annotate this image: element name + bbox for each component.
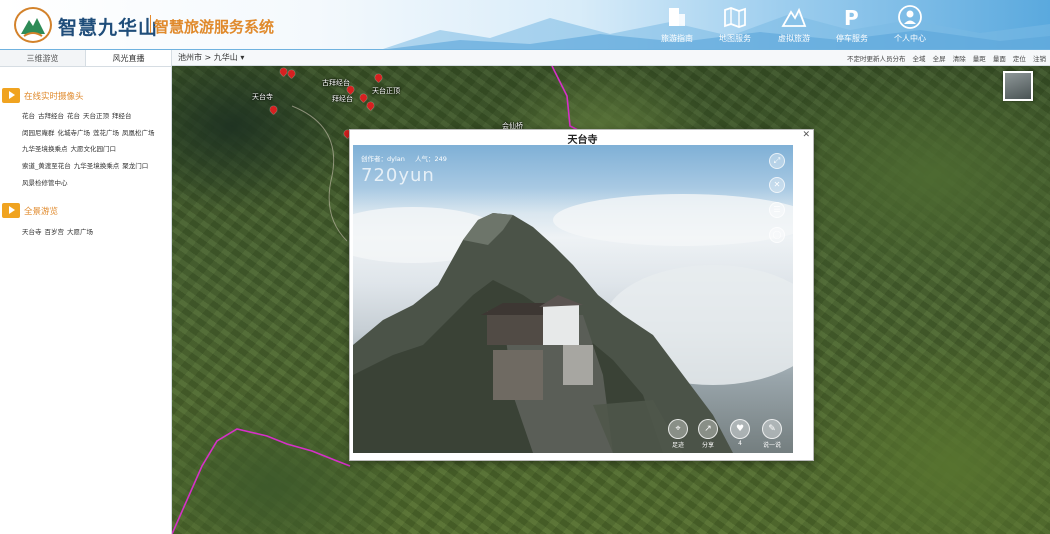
camera-link[interactable]: 索道_黄渡至花台 bbox=[22, 162, 71, 170]
play-icon bbox=[2, 203, 20, 218]
map-label-tiantai[interactable]: 天台寺 bbox=[252, 92, 273, 102]
circle-icon[interactable]: ◯ bbox=[769, 227, 785, 243]
panorama-meta: 创作者：dylan 人气：249 bbox=[361, 153, 455, 163]
menu-icon[interactable]: ☰ bbox=[769, 202, 785, 218]
nav-label: 旅游指南 bbox=[661, 34, 693, 43]
panorama-link[interactable]: 天台寺 bbox=[22, 228, 42, 236]
tool-crowd-distribution[interactable]: 不定时更新人员分布 bbox=[847, 55, 906, 63]
tool-full-area[interactable]: 全域 bbox=[913, 55, 926, 63]
map-label-baijing[interactable]: 古拜经台 bbox=[322, 78, 350, 88]
action-like[interactable]: ♥ 4 bbox=[727, 419, 753, 447]
action-label: 足迹 bbox=[671, 442, 684, 449]
popularity-label: 人气：249 bbox=[414, 155, 447, 163]
tab-3d-tour[interactable]: 三维游览 bbox=[0, 50, 85, 66]
map-toolbar: 池州市 > 九华山 ▾ 不定时更新人员分布 全域 全屏 清除 量距 量面 定位 … bbox=[172, 50, 1050, 66]
action-comment[interactable]: ✎ 说一说 bbox=[759, 419, 785, 449]
nav-virtual-tour[interactable]: 虚拟旅游 bbox=[767, 2, 821, 48]
camera-row: 花台 古拜经台 花台 天台正顶 拜经台 bbox=[22, 108, 170, 125]
basemap-switch[interactable] bbox=[1003, 71, 1033, 101]
tool-measure-area[interactable]: 量面 bbox=[993, 55, 1006, 63]
nav-label: 虚拟旅游 bbox=[778, 34, 810, 43]
parking-icon: P bbox=[844, 6, 859, 30]
user-icon bbox=[898, 5, 922, 29]
mountain-icon bbox=[781, 7, 807, 27]
tab-live-scenery[interactable]: 风光直播 bbox=[85, 50, 171, 66]
close-icon[interactable]: ✕ bbox=[802, 130, 810, 140]
action-label: 4 bbox=[738, 440, 742, 447]
panorama-watermark: 720yun bbox=[361, 165, 435, 186]
tool-logout[interactable]: 注销 bbox=[1033, 55, 1046, 63]
panorama-viewer[interactable]: 创作者：dylan 人气：249 720yun ⤢ ✕ ☰ ◯ ⌖ 足迹 ↗ 分… bbox=[353, 145, 793, 453]
map-icon bbox=[724, 7, 746, 28]
panorama-dialog: 天台寺 ✕ 创作者：dylan 人气：249 720yun ⤢ ✕ ☰ ◯ ⌖ … bbox=[349, 129, 814, 461]
camera-link[interactable]: 莲花广场 bbox=[93, 129, 119, 137]
author-label: 创作者：dylan bbox=[361, 155, 405, 163]
panorama-link[interactable]: 大愿广场 bbox=[67, 228, 93, 236]
play-icon bbox=[2, 88, 20, 103]
section-live-cameras[interactable]: 在线实时摄像头 bbox=[2, 88, 84, 103]
comment-icon: ✎ bbox=[762, 419, 782, 439]
app-logo bbox=[14, 7, 52, 43]
panorama-image bbox=[353, 194, 793, 453]
map-label-zhengding[interactable]: 天台正顶 bbox=[372, 86, 400, 96]
left-panel: 三维游览 风光直播 在线实时摄像头 花台 古拜经台 花台 天台正顶 拜经台 闵园尼庵群化… bbox=[0, 50, 172, 534]
nav-personal-center[interactable]: 个人中心 bbox=[883, 2, 937, 48]
nav-label: 停车服务 bbox=[836, 34, 868, 43]
panorama-list: 天台寺 百岁宫 大愿广场 bbox=[22, 224, 170, 241]
camera-link[interactable]: 古拜经台 bbox=[38, 112, 64, 120]
camera-link[interactable]: 花台 bbox=[22, 112, 35, 120]
action-label: 说一说 bbox=[762, 442, 781, 449]
map-tools: 不定时更新人员分布 全域 全屏 清除 量距 量面 定位 注销 bbox=[842, 53, 1046, 63]
camera-link[interactable]: 凤凰松广场 bbox=[122, 129, 155, 137]
app-header: 智慧九华山 智慧旅游服务系统 旅游指南 地图服务 虚拟旅游 P 停车服务 个人中… bbox=[0, 0, 1050, 50]
camera-link[interactable]: 化城寺广场 bbox=[58, 129, 91, 137]
tool-measure-distance[interactable]: 量距 bbox=[973, 55, 986, 63]
nav-map-service[interactable]: 地图服务 bbox=[708, 2, 762, 48]
camera-link[interactable]: 九华圣境换乘点 bbox=[22, 145, 68, 153]
camera-row: 闵园尼庵群 化城寺广场 莲花广场 凤凰松广场 bbox=[22, 125, 170, 142]
action-label: 分享 bbox=[701, 442, 714, 449]
panorama-link[interactable]: 百岁宫 bbox=[45, 228, 65, 236]
tool-fullscreen[interactable]: 全屏 bbox=[933, 55, 946, 63]
camera-link[interactable]: 拜经台 bbox=[112, 112, 132, 120]
camera-link[interactable]: 九华圣境换乘点 bbox=[74, 162, 120, 170]
app-title: 智慧九华山 bbox=[58, 17, 159, 39]
camera-link[interactable]: 聚龙门口 bbox=[122, 162, 148, 170]
title-divider bbox=[150, 15, 151, 33]
camera-link[interactable]: 大愿文化园门口 bbox=[71, 145, 117, 153]
camera-row: 索道_黄渡至花台 九华圣境换乘点 聚龙门口 bbox=[22, 158, 170, 175]
dialog-title: 天台寺 bbox=[567, 135, 598, 146]
location-icon: ⌖ bbox=[668, 419, 688, 439]
camera-link[interactable]: 天台正顶 bbox=[83, 112, 109, 120]
camera-link[interactable]: 风景检修管中心 bbox=[22, 179, 68, 187]
panel-tabs: 三维游览 风光直播 bbox=[0, 50, 171, 67]
camera-link[interactable]: 花台 bbox=[67, 112, 80, 120]
section-title: 在线实时摄像头 bbox=[24, 91, 84, 102]
like-icon: ♥ bbox=[730, 419, 750, 439]
svg-text:P: P bbox=[844, 6, 859, 30]
nav-parking[interactable]: P 停车服务 bbox=[825, 2, 879, 48]
section-panorama[interactable]: 全景游览 bbox=[2, 203, 58, 218]
nav-label: 地图服务 bbox=[719, 34, 751, 43]
close-circle-icon[interactable]: ✕ bbox=[769, 177, 785, 193]
tool-locate[interactable]: 定位 bbox=[1013, 55, 1026, 63]
share-icon: ↗ bbox=[698, 419, 718, 439]
nav-label: 个人中心 bbox=[894, 34, 926, 43]
nav-travel-guide[interactable]: 旅游指南 bbox=[650, 2, 704, 48]
camera-row: 九华圣境换乘点 大愿文化园门口 bbox=[22, 141, 170, 158]
map-label-baijingtai[interactable]: 拜经台 bbox=[332, 94, 353, 104]
action-footprint[interactable]: ⌖ 足迹 bbox=[665, 419, 691, 449]
tool-clear[interactable]: 清除 bbox=[953, 55, 966, 63]
action-share[interactable]: ↗ 分享 bbox=[695, 419, 721, 449]
building-icon bbox=[669, 8, 685, 26]
panorama-row: 天台寺 百岁宫 大愿广场 bbox=[22, 224, 170, 241]
camera-link[interactable]: 闵园尼庵群 bbox=[22, 129, 55, 137]
camera-row: 风景检修管中心 bbox=[22, 175, 170, 192]
camera-list: 花台 古拜经台 花台 天台正顶 拜经台 闵园尼庵群 化城寺广场 莲花广场 凤凰松广场 九华圣境… bbox=[22, 108, 170, 192]
section-title: 全景游览 bbox=[24, 206, 59, 217]
breadcrumb[interactable]: 池州市 > 九华山 ▾ bbox=[178, 52, 244, 63]
fullscreen-icon[interactable]: ⤢ bbox=[769, 153, 785, 169]
app-subtitle: 智慧旅游服务系统 bbox=[154, 18, 275, 36]
